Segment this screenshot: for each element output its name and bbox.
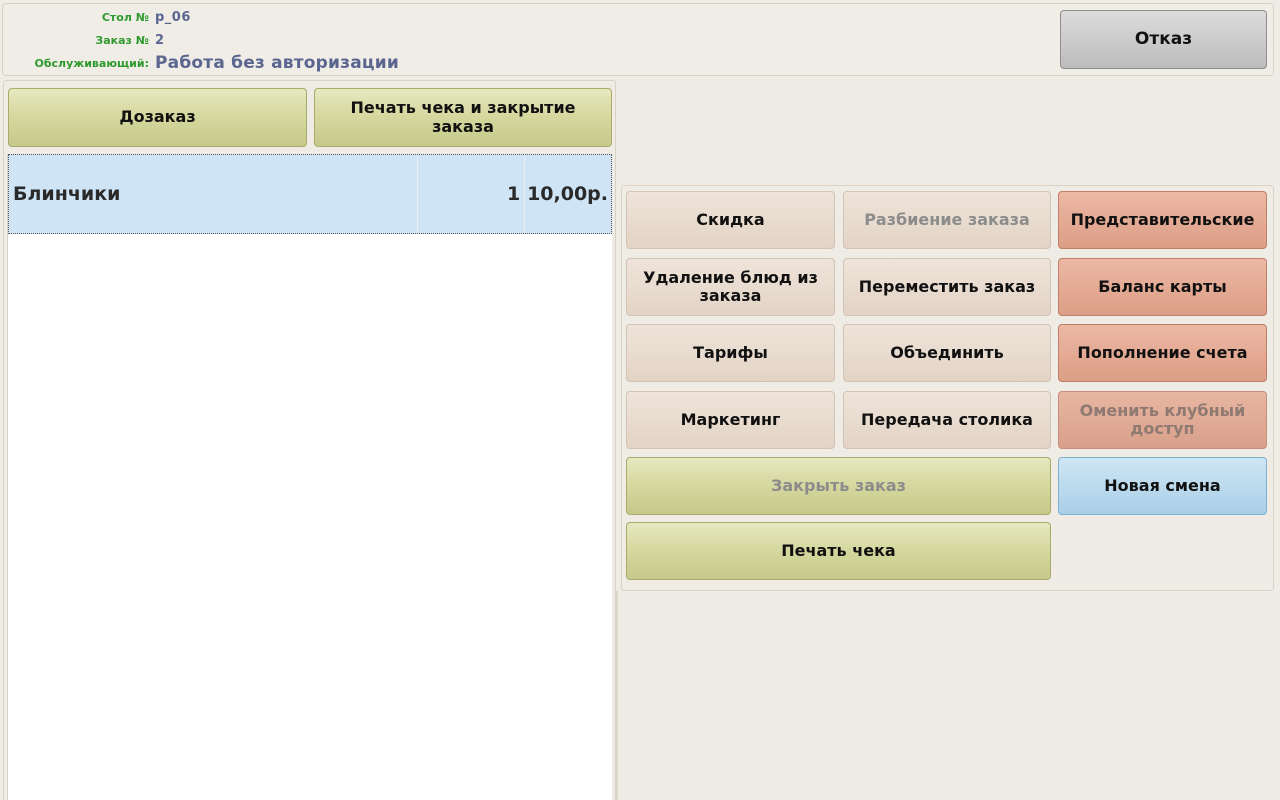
item-name: Блинчики (9, 155, 418, 233)
order-label: Заказ № (95, 33, 149, 47)
close-order-button[interactable]: Закрыть заказ (626, 457, 1051, 515)
order-value: 2 (155, 32, 165, 48)
discount-button[interactable]: Скидка (626, 191, 835, 249)
split-order-button[interactable]: Разбиение заказа (843, 191, 1051, 249)
table-row[interactable]: Блинчики 1 10,00р. (8, 154, 612, 234)
top-up-button[interactable]: Пополнение счета (1058, 324, 1267, 382)
merge-button[interactable]: Объединить (843, 324, 1051, 382)
print-and-close-button[interactable]: Печать чека и закрытие заказа (314, 88, 612, 147)
waiter-info: Обслуживающий: Работа без авторизации (3, 53, 399, 73)
card-balance-button[interactable]: Баланс карты (1058, 258, 1267, 316)
item-price: 10,00р. (527, 183, 608, 205)
divider (616, 591, 618, 800)
table-label: Стол № (101, 10, 149, 24)
waiter-label: Обслуживающий: (34, 56, 150, 70)
print-receipt-button[interactable]: Печать чека (626, 522, 1051, 580)
table-value: р_06 (155, 9, 191, 25)
table-info: Стол № р_06 (3, 7, 191, 27)
transfer-table-button[interactable]: Передача столика (843, 391, 1051, 449)
reorder-button[interactable]: Дозаказ (8, 88, 307, 147)
order-items-list[interactable]: Блинчики 1 10,00р. (7, 154, 612, 800)
order-info: Заказ № 2 (3, 30, 165, 50)
marketing-button[interactable]: Маркетинг (626, 391, 835, 449)
tariffs-button[interactable]: Тарифы (626, 324, 835, 382)
remove-dishes-button[interactable]: Удаление блюд из заказа (626, 258, 835, 316)
cancel-club-access-button[interactable]: Оменить клубный доступ (1058, 391, 1267, 449)
new-shift-button[interactable]: Новая смена (1058, 457, 1267, 515)
waiter-value: Работа без авторизации (155, 53, 399, 73)
move-order-button[interactable]: Переместить заказ (843, 258, 1051, 316)
representative-button[interactable]: Представительские (1058, 191, 1267, 249)
cancel-button[interactable]: Отказ (1060, 10, 1267, 69)
item-qty: 1 (418, 155, 526, 233)
